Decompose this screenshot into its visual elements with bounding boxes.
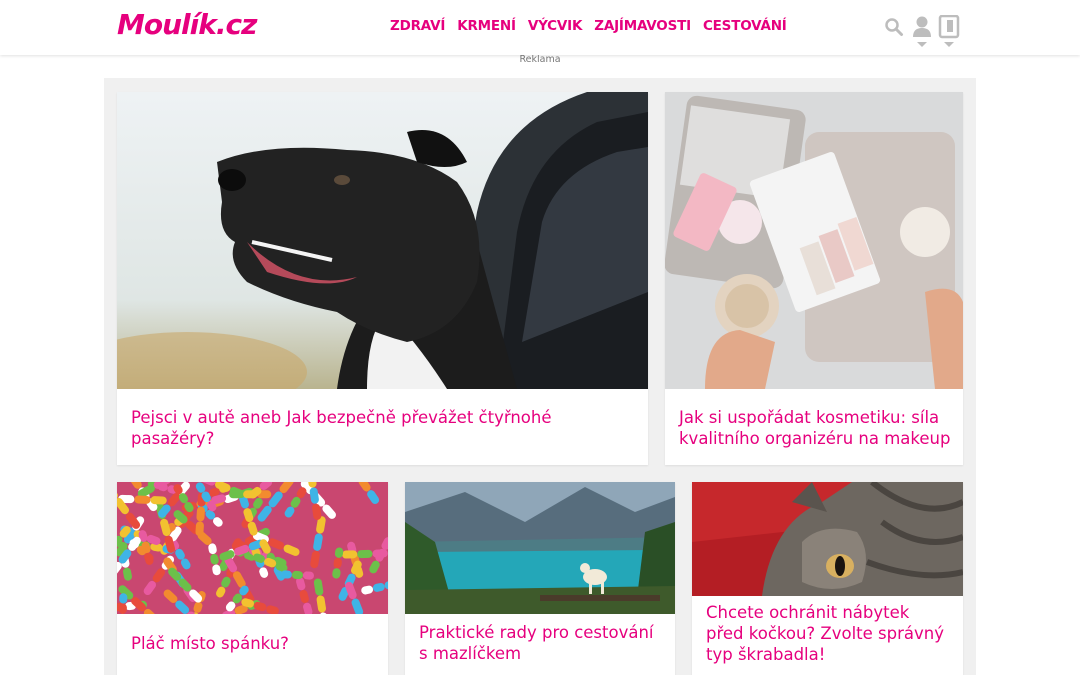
article-card[interactable]: Pejsci v autě aneb Jak bezpečně převážet… (117, 92, 648, 465)
nav-item-zdravi[interactable]: ZDRAVÍ (390, 18, 445, 34)
ad-label: Reklama (519, 54, 561, 65)
article-title[interactable]: Praktické rady pro cestování s mazlíčkem (419, 622, 663, 664)
user-icon[interactable] (912, 15, 932, 53)
article-card[interactable]: Praktické rady pro cestování s mazlíčkem (405, 482, 675, 675)
nav-item-vycvik[interactable]: VÝCVIK (528, 18, 583, 34)
article-image-dog-in-car[interactable] (117, 92, 648, 389)
article-grid: Pejsci v autě aneb Jak bezpečně převážet… (104, 78, 976, 675)
main-nav: ZDRAVÍ KRMENÍ VÝCVIK ZAJÍMAVOSTI CESTOVÁ… (390, 18, 799, 34)
site-logo[interactable]: Moulík.cz (117, 8, 257, 41)
article-image-cosmetics[interactable] (665, 92, 963, 389)
nav-item-cestovani[interactable]: CESTOVÁNÍ (703, 18, 787, 34)
article-image-kitten[interactable] (692, 482, 963, 596)
site-header: Moulík.cz ZDRAVÍ KRMENÍ VÝCVIK ZAJÍMAVOS… (0, 0, 1080, 55)
header-tools (884, 14, 964, 53)
article-card[interactable]: Chcete ochránit nábytek před kočkou? Zvo… (692, 482, 963, 675)
login-icon[interactable] (938, 14, 960, 53)
article-title[interactable]: Pláč místo spánku? (131, 633, 376, 654)
nav-item-zajimavosti[interactable]: ZAJÍMAVOSTI (594, 18, 691, 34)
article-title[interactable]: Chcete ochránit nábytek před kočkou? Zvo… (706, 602, 951, 665)
article-image-gummy-worms[interactable] (117, 482, 388, 614)
article-title[interactable]: Jak si uspořádat kosmetiku: síla kvalitn… (679, 407, 951, 449)
search-icon[interactable] (884, 17, 904, 41)
article-image-mountain-lake[interactable] (405, 482, 675, 614)
article-card[interactable]: Pláč místo spánku? (117, 482, 388, 675)
article-card[interactable]: Jak si uspořádat kosmetiku: síla kvalitn… (665, 92, 963, 465)
article-title[interactable]: Pejsci v autě aneb Jak bezpečně převážet… (131, 407, 636, 449)
nav-item-krmeni[interactable]: KRMENÍ (457, 18, 516, 34)
